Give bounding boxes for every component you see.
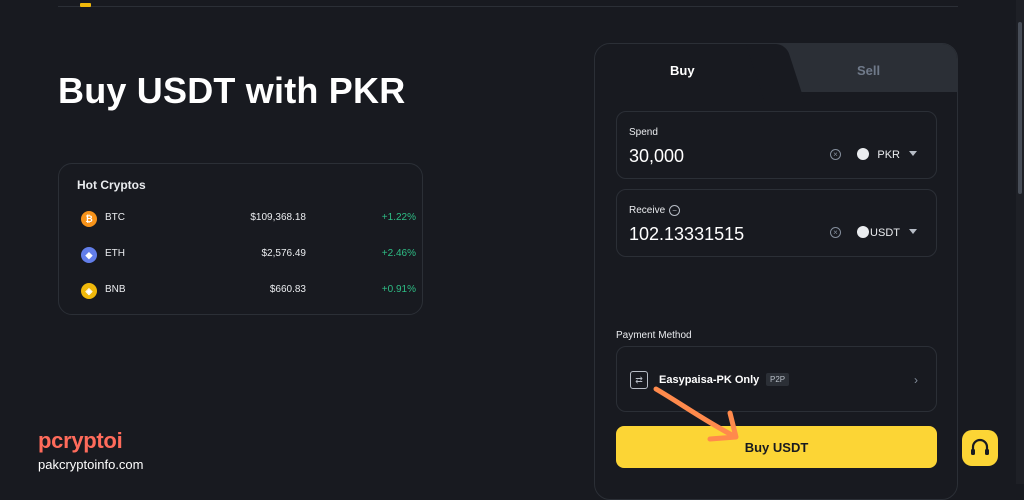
tab-sell-label[interactable]: Sell: [857, 63, 880, 78]
receive-input[interactable]: 102.13331515: [629, 224, 744, 245]
coin-price: $2,576.49: [261, 248, 307, 259]
buy-usdt-button[interactable]: Buy USDT: [616, 426, 937, 468]
clear-icon[interactable]: ×: [830, 227, 841, 238]
payment-method-icon: ⇄: [630, 371, 648, 389]
ethereum-icon: ◆: [81, 247, 97, 263]
coin-price: $109,368.18: [250, 212, 306, 223]
receive-label: Receive −: [629, 205, 681, 216]
spend-currency[interactable]: PKR: [877, 149, 900, 161]
spend-label: Spend: [629, 127, 658, 138]
bnb-icon: ◈: [81, 283, 97, 299]
top-divider: [58, 6, 958, 7]
support-chat-button[interactable]: [962, 430, 998, 466]
usdt-currency-icon: [857, 226, 869, 238]
payment-method-selector[interactable]: ⇄ Easypaisa-PK Only P2P ›: [616, 346, 937, 412]
trade-panel: Buy Sell Spend 30,000 × PKR Receive − 102…: [594, 43, 958, 500]
hot-cryptos-card: Hot Cryptos ₿ BTC $109,368.18 +1.22% ◆ E…: [58, 163, 423, 315]
payment-method-label: Payment Method: [616, 330, 692, 341]
coin-symbol: ETH: [105, 248, 125, 259]
chevron-right-icon: ›: [914, 373, 918, 387]
clear-icon[interactable]: ×: [830, 149, 841, 160]
active-nav-indicator: [80, 3, 91, 7]
coin-row-bnb[interactable]: ◈ BNB $660.83 +0.91%: [59, 279, 422, 303]
bitcoin-icon: ₿: [81, 211, 97, 227]
coin-symbol: BNB: [105, 284, 126, 295]
pkr-currency-icon: [857, 148, 869, 160]
caret-down-icon[interactable]: [909, 151, 917, 156]
coin-symbol: BTC: [105, 212, 125, 223]
watermark-url: pakcryptoinfo.com: [38, 457, 144, 472]
page-title: Buy USDT with PKR: [58, 70, 406, 111]
headset-icon: [971, 438, 989, 455]
tab-buy-label[interactable]: Buy: [670, 63, 695, 78]
spend-field[interactable]: Spend 30,000 × PKR: [616, 111, 937, 179]
payment-method-name: Easypaisa-PK Only: [659, 374, 760, 386]
receive-field[interactable]: Receive − 102.13331515 × USDT: [616, 189, 937, 257]
coin-change: +2.46%: [381, 248, 416, 259]
caret-down-icon[interactable]: [909, 229, 917, 234]
p2p-badge: P2P: [766, 373, 790, 386]
watermark-logo: pcryptoi: [38, 428, 123, 453]
coin-change: +0.91%: [381, 284, 416, 295]
coin-price: $660.83: [269, 284, 306, 295]
coin-row-btc[interactable]: ₿ BTC $109,368.18 +1.22%: [59, 207, 422, 231]
receive-currency[interactable]: USDT: [870, 227, 900, 239]
scrollbar-thumb[interactable]: [1018, 22, 1022, 194]
coin-change: +1.22%: [381, 212, 416, 223]
coin-row-eth[interactable]: ◆ ETH $2,576.49 +2.46%: [59, 243, 422, 267]
spend-input[interactable]: 30,000: [629, 146, 684, 167]
hot-cryptos-title: Hot Cryptos: [77, 178, 146, 192]
info-icon[interactable]: −: [669, 205, 681, 216]
